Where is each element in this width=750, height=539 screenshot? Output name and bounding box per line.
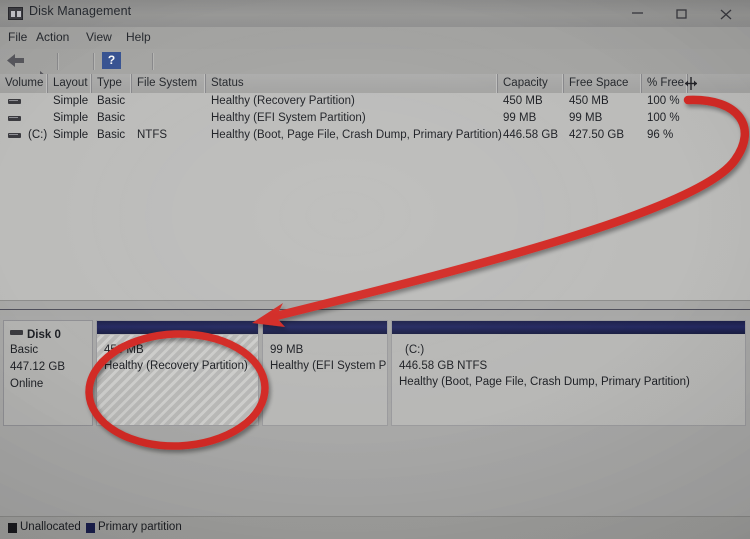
- volume-list-body: Simple Basic Healthy (Recovery Partition) 4…: [0, 93, 750, 308]
- column-resize-cursor: [684, 76, 698, 91]
- graphical-view-pane: Disk 0 Basic 447.12 GB Online 450 MB Heal…: [0, 316, 750, 539]
- partition-size: 450 MB: [104, 344, 144, 356]
- cell-type: Basic: [97, 129, 126, 141]
- cell-free-space: 427.50 GB: [569, 129, 624, 141]
- volume-list-pane: Volume Layout Type File System Status Capacit…: [0, 74, 750, 308]
- cell-layout: Simple: [53, 129, 89, 141]
- volume-row[interactable]: (C:) Simple Basic NTFS Healthy (Boot, Page F…: [0, 127, 750, 144]
- volume-icon: [8, 99, 21, 104]
- column-header-type[interactable]: Type: [92, 74, 132, 93]
- cell-capacity: 450 MB: [503, 95, 543, 107]
- column-header-status[interactable]: Status: [206, 74, 498, 93]
- cell-type: Basic: [97, 112, 126, 124]
- disk-management-window: Disk Management File Action View Help ? Vol…: [0, 0, 750, 539]
- pane-splitter[interactable]: [0, 300, 750, 317]
- partition-block[interactable]: (C:) 446.58 GB NTFS Healthy (Boot, Page Fi…: [391, 320, 746, 426]
- cell-file-system: NTFS: [137, 129, 168, 141]
- disk-name: Disk 0: [27, 329, 61, 341]
- partition-body: 99 MB Healthy (EFI System P: [263, 335, 387, 425]
- partition-capacity-bar: [392, 321, 745, 335]
- disk-info-panel[interactable]: Disk 0 Basic 447.12 GB Online: [3, 320, 93, 426]
- cell-free-space: 99 MB: [569, 112, 603, 124]
- partition-body: (C:) 446.58 GB NTFS Healthy (Boot, Page Fi…: [392, 335, 745, 425]
- title-bar: Disk Management: [0, 0, 750, 27]
- legend-swatch: [86, 523, 95, 533]
- volume-row[interactable]: Simple Basic Healthy (EFI System Partition…: [0, 110, 750, 127]
- cell-percent-free: 96 %: [647, 129, 674, 141]
- partition-status: Healthy (EFI System P: [270, 360, 387, 372]
- volume-list-header: Volume Layout Type File System Status Capacit…: [0, 74, 750, 94]
- cell-volume: (C:): [28, 129, 48, 141]
- menu-item-action[interactable]: Action: [36, 30, 69, 44]
- legend-swatch: [8, 523, 17, 533]
- column-header-volume[interactable]: Volume: [0, 74, 48, 93]
- partition-capacity-bar: [263, 321, 387, 335]
- disk-icon: [10, 330, 23, 335]
- cell-status: Healthy (EFI System Partition): [211, 112, 366, 124]
- partition-body: 450 MB Healthy (Recovery Partition): [97, 335, 258, 425]
- volume-icon: [8, 133, 21, 138]
- partition-status: Healthy (Recovery Partition): [104, 360, 248, 372]
- cell-capacity: 99 MB: [503, 112, 537, 124]
- menu-bar: File Action View Help: [0, 27, 750, 49]
- back-arrow-icon[interactable]: [6, 52, 25, 69]
- menu-item-view[interactable]: View: [86, 30, 112, 44]
- toolbar: ?: [0, 49, 750, 154]
- disk-size: 447.12 GB: [10, 361, 65, 373]
- partition-capacity-bar: [97, 321, 258, 335]
- disk-status: Online: [10, 378, 44, 390]
- cell-status: Healthy (Boot, Page File, Crash Dump, Pr…: [211, 129, 502, 141]
- partition-status: Healthy (Boot, Page File, Crash Dump, Pr…: [399, 376, 690, 388]
- disk-row: Disk 0 Basic 447.12 GB Online 450 MB Heal…: [3, 320, 747, 426]
- maximize-button[interactable]: [660, 0, 704, 26]
- partition-size: 99 MB: [270, 344, 304, 356]
- volume-row[interactable]: Simple Basic Healthy (Recovery Partition) 4…: [0, 93, 750, 110]
- menu-item-help[interactable]: Help: [126, 30, 151, 44]
- cell-layout: Simple: [53, 95, 89, 107]
- help-icon[interactable]: ?: [102, 52, 121, 69]
- partition-size: 446.58 GB NTFS: [399, 360, 488, 372]
- cell-layout: Simple: [53, 112, 89, 124]
- splitter-line: [0, 309, 750, 310]
- column-header-free[interactable]: % Free: [642, 74, 688, 93]
- column-header-layout[interactable]: Layout: [48, 74, 92, 93]
- screenshot-root: Disk Management File Action View Help ? Vol…: [0, 0, 750, 539]
- column-header-free-space[interactable]: Free Space: [564, 74, 642, 93]
- partition-block[interactable]: 99 MB Healthy (EFI System P: [262, 320, 388, 426]
- column-header-file-system[interactable]: File System: [132, 74, 206, 93]
- menu-item-file[interactable]: File: [8, 30, 27, 44]
- cell-free-space: 450 MB: [569, 95, 609, 107]
- legend-bar: Unallocated Primary partition: [0, 516, 750, 539]
- partition-label: (C:): [405, 344, 425, 356]
- column-header-capacity[interactable]: Capacity: [498, 74, 564, 93]
- disk-management-icon: [8, 7, 23, 20]
- cell-status: Healthy (Recovery Partition): [211, 95, 355, 107]
- minimize-button[interactable]: [616, 0, 660, 26]
- close-button[interactable]: [704, 0, 748, 26]
- toolbar-separator: [57, 53, 58, 70]
- volume-icon: [8, 116, 21, 121]
- legend-label: Unallocated: [20, 521, 81, 533]
- cell-type: Basic: [97, 95, 126, 107]
- legend-label: Primary partition: [98, 521, 182, 533]
- disk-type: Basic: [10, 344, 39, 356]
- cell-percent-free: 100 %: [647, 112, 680, 124]
- partition-block[interactable]: 450 MB Healthy (Recovery Partition): [96, 320, 259, 426]
- cell-percent-free: 100 %: [647, 95, 680, 107]
- toolbar-separator: [93, 53, 94, 70]
- toolbar-separator: [152, 53, 153, 70]
- cell-capacity: 446.58 GB: [503, 129, 558, 141]
- window-title: Disk Management: [29, 4, 132, 18]
